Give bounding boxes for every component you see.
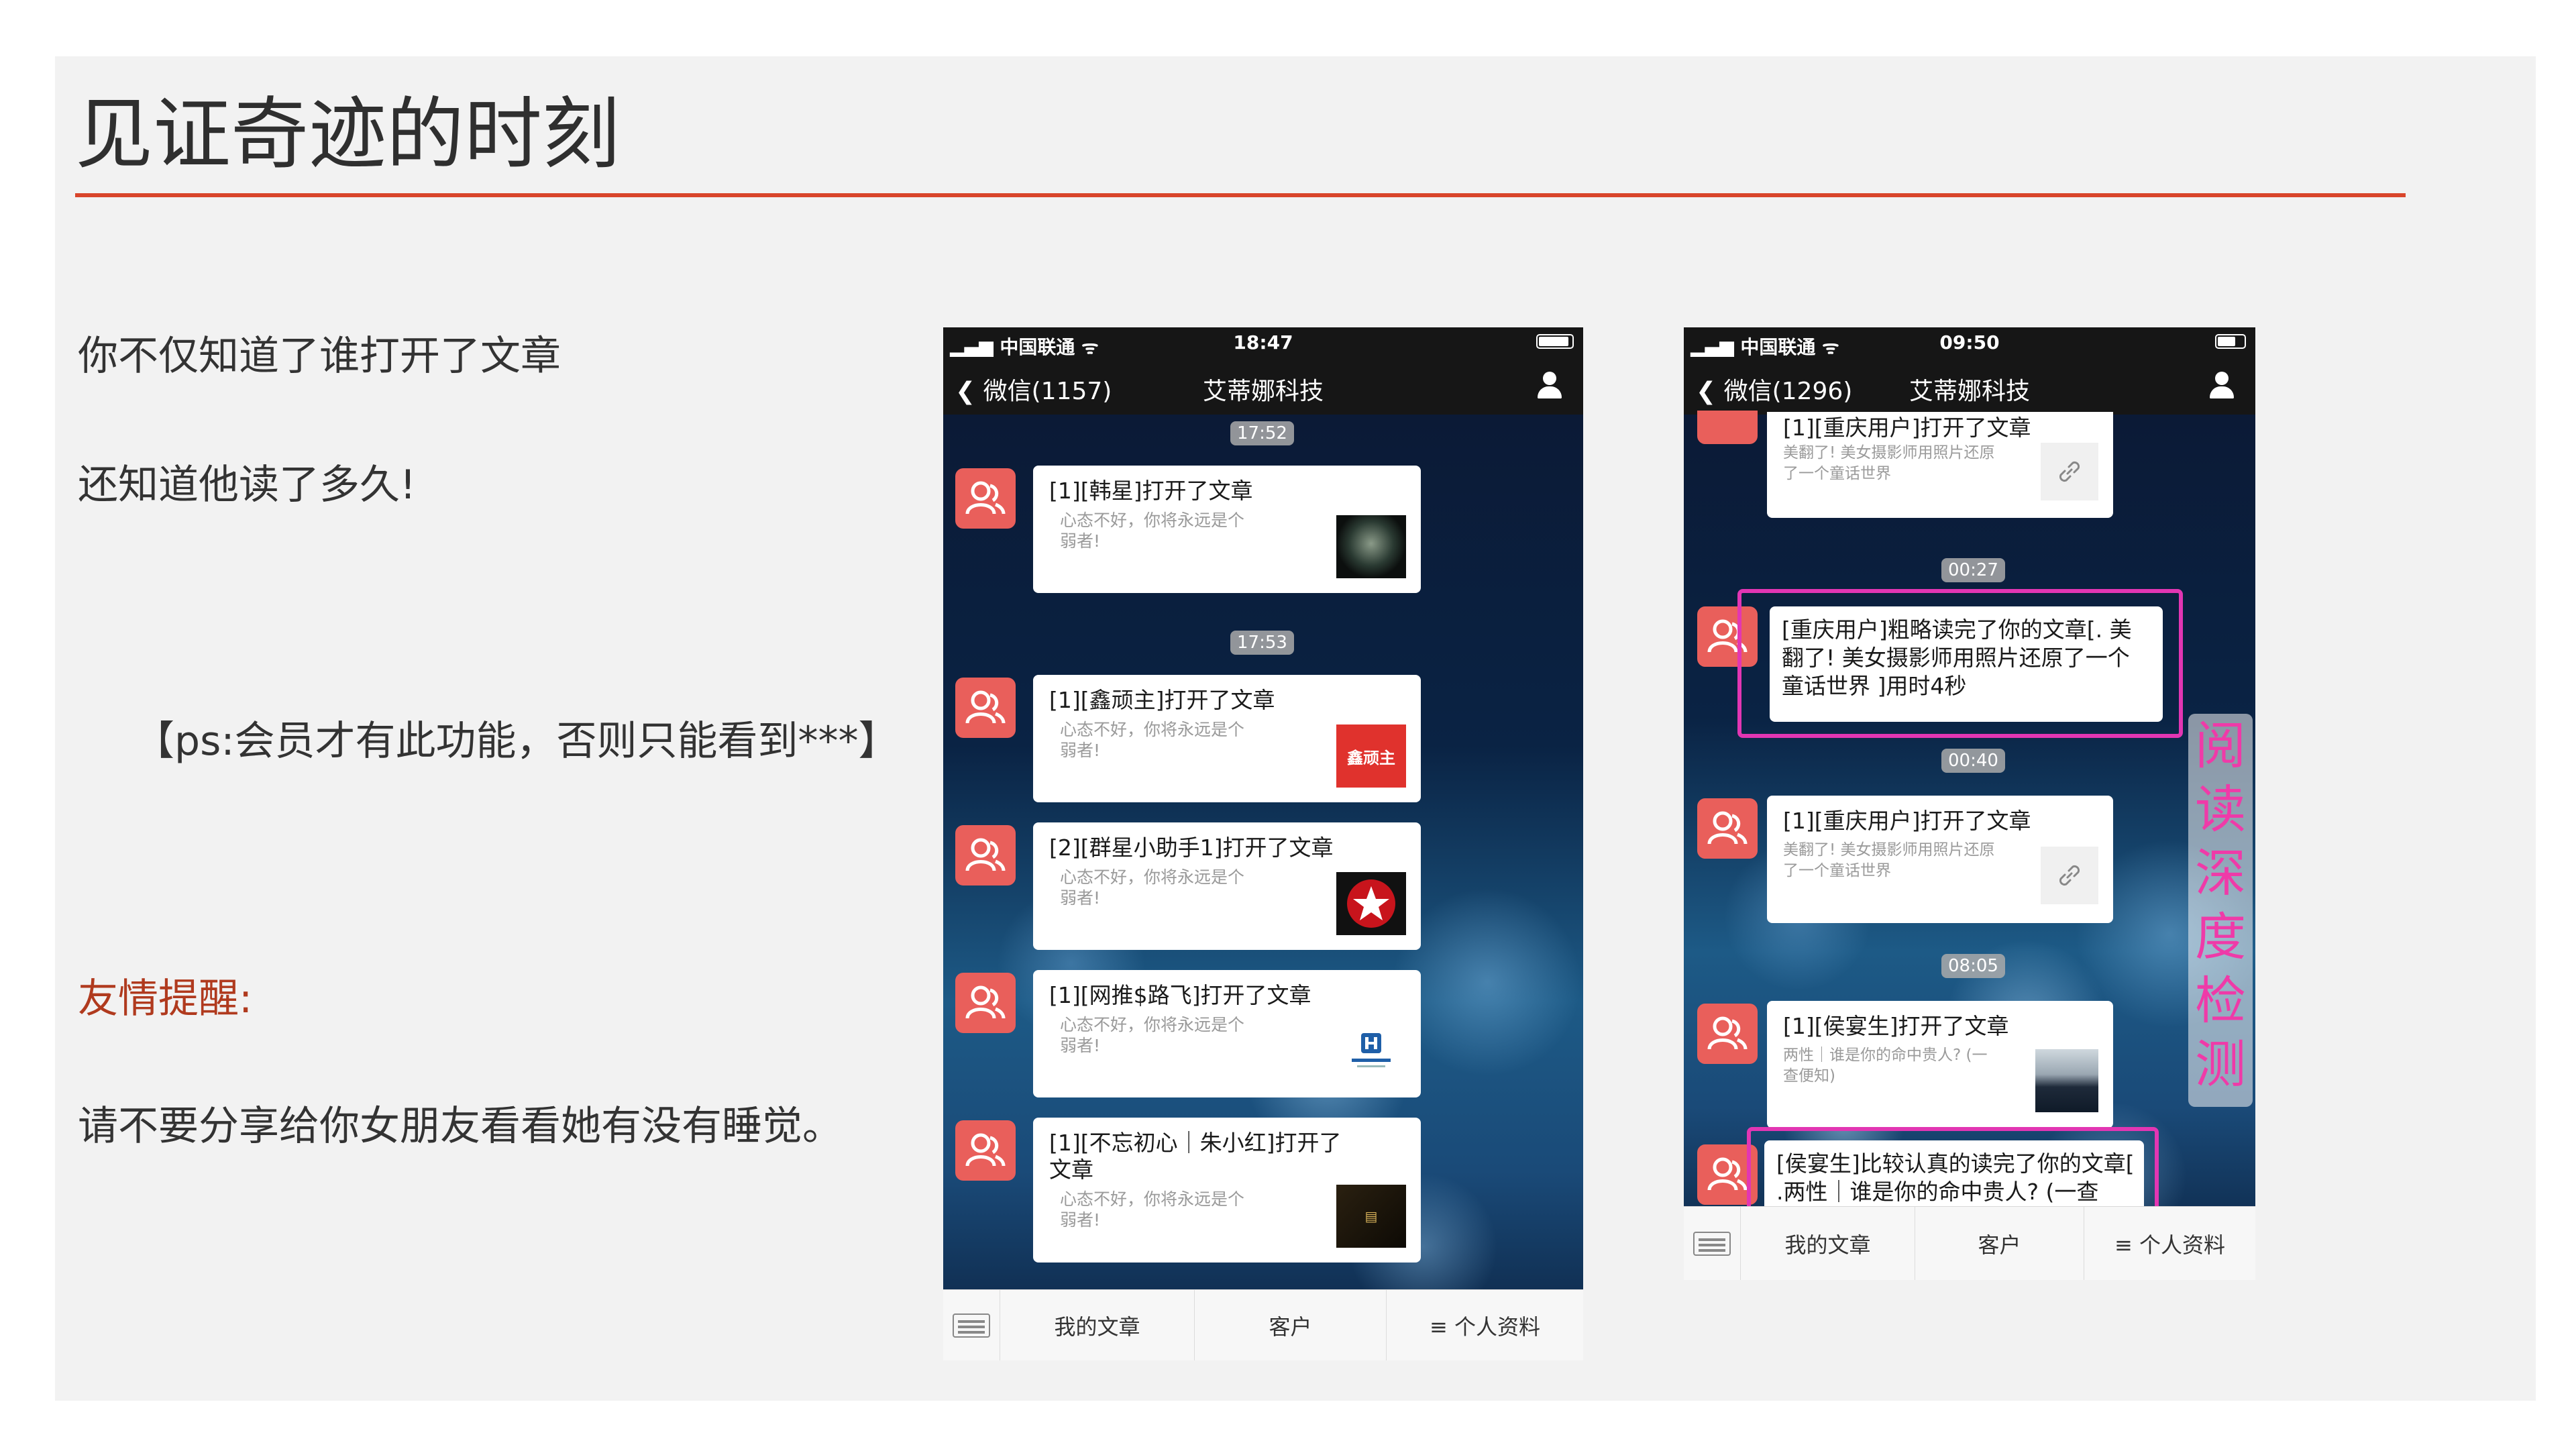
message-summary: 两性｜谁是你的命中贵人? (一 查便知) bbox=[1783, 1046, 1988, 1085]
message-summary: 心态不好，你将永远是个 弱者! bbox=[1060, 511, 1245, 551]
message-card[interactable]: [1][网推$路飞]打开了文章 心态不好，你将永远是个 弱者! bbox=[1033, 970, 1421, 1097]
message-title: [1][网推$路飞]打开了文章 bbox=[1049, 982, 1311, 1008]
keyboard-icon[interactable] bbox=[953, 1313, 990, 1338]
chat-title: 艾蒂娜科技 bbox=[1202, 378, 1324, 405]
tab-my-articles[interactable]: 我的文章 bbox=[1000, 1290, 1194, 1360]
profile-icon[interactable] bbox=[1536, 372, 1563, 401]
message-summary: 心态不好，你将永远是个 弱者! bbox=[1060, 867, 1245, 908]
link-icon bbox=[2059, 461, 2080, 482]
message-title: [1][韩星]打开了文章 bbox=[1049, 478, 1253, 504]
text-line-1: 你不仅知道了谁打开了文章 bbox=[78, 333, 561, 380]
star-thumbnail bbox=[1336, 872, 1406, 935]
read-time-card[interactable]: [重庆用户]粗略读完了你的文章[. 美 翻了! 美女摄影师用照片还原了一个 童话… bbox=[1770, 606, 2163, 722]
message-summary: 美翻了! 美女摄影师用照片还原 了一个童话世界 bbox=[1783, 841, 1995, 879]
message-title: [1][不忘初心｜朱小红]打开了 文章 bbox=[1049, 1130, 1342, 1183]
tab-profile[interactable]: ≡ 个人资料 bbox=[1386, 1290, 1583, 1360]
bottom-tab-bar: 我的文章 客户 ≡ 个人资料 bbox=[1684, 1206, 2255, 1280]
avatar[interactable] bbox=[955, 825, 1016, 885]
message-card[interactable]: [1][侯宴生]打开了文章 两性｜谁是你的命中贵人? (一 查便知) bbox=[1767, 1001, 2113, 1128]
message-card[interactable]: [1][重庆用户]打开了文章 美翻了! 美女摄影师用照片还原 了一个童话世界 bbox=[1767, 412, 2113, 518]
battery-icon bbox=[2215, 334, 2246, 349]
message-card[interactable]: [1][韩星]打开了文章 心态不好，你将永远是个 弱者! bbox=[1033, 466, 1421, 593]
tab-customers[interactable]: 客户 bbox=[1194, 1290, 1386, 1360]
keyboard-icon[interactable] bbox=[1693, 1231, 1731, 1256]
message-card[interactable]: [1][重庆用户]打开了文章 美翻了! 美女摄影师用照片还原 了一个童话世界 bbox=[1767, 796, 2113, 923]
message-card[interactable]: [1][鑫顽主]打开了文章 心态不好，你将永远是个 弱者! 鑫顽主 bbox=[1033, 675, 1421, 802]
avatar[interactable] bbox=[1697, 798, 1758, 859]
portrait-thumbnail bbox=[2035, 1049, 2098, 1112]
title-divider bbox=[75, 193, 2406, 197]
text-line-2: 还知道他读了多久! bbox=[78, 462, 417, 508]
message-title: [1][重庆用户]打开了文章 bbox=[1783, 415, 2031, 441]
depth-read-label: 阅 读 深 度 检 测 bbox=[2188, 714, 2253, 1107]
link-thumbnail bbox=[2041, 443, 2098, 500]
avatar[interactable] bbox=[955, 973, 1016, 1033]
phone-screenshot-2: ▂▄▆ 中国联通 ᯤ 09:50 ❮ 微信(1296) 艾蒂娜科技 [1][重庆… bbox=[1684, 327, 2255, 1280]
avatar[interactable] bbox=[955, 678, 1016, 738]
message-title: [1][侯宴生]打开了文章 bbox=[1783, 1013, 2009, 1039]
message-title: [1][重庆用户]打开了文章 bbox=[1783, 808, 2031, 834]
brand-thumbnail: 鑫顽主 bbox=[1336, 724, 1406, 788]
logo-icon bbox=[1352, 1033, 1391, 1067]
message-summary: 心态不好，你将永远是个 弱者! bbox=[1060, 1015, 1245, 1055]
status-bar: ▂▄▆ 中国联通 ᯤ 09:50 bbox=[1684, 327, 2255, 358]
battery-icon bbox=[1536, 334, 1574, 349]
star-icon bbox=[1347, 879, 1395, 928]
time-pill: 08:05 bbox=[1941, 954, 2005, 978]
nav-bar: ❮ 微信(1157) 艾蒂娜科技 bbox=[943, 357, 1583, 415]
message-summary: 心态不好，你将永远是个 弱者! bbox=[1060, 1189, 1245, 1230]
logo-thumbnail bbox=[1336, 1020, 1406, 1083]
status-time: 09:50 bbox=[1939, 331, 2000, 354]
message-summary: 心态不好，你将永远是个 弱者! bbox=[1060, 720, 1245, 760]
reminder-heading: 友情提醒: bbox=[78, 975, 253, 1022]
status-time: 18:47 bbox=[1233, 331, 1293, 354]
slide-title: 见证奇迹的时刻 bbox=[75, 89, 620, 180]
status-bar: ▂▄▆ 中国联通 ᯤ 18:47 bbox=[943, 327, 1583, 358]
message-card[interactable]: [2][群星小助手1]打开了文章 心态不好，你将永远是个 弱者! bbox=[1033, 822, 1421, 950]
chat-title: 艾蒂娜科技 bbox=[1909, 378, 2030, 405]
time-pill: 00:27 bbox=[1941, 558, 2005, 582]
link-thumbnail bbox=[2041, 847, 2098, 904]
phone-screenshot-1: ▂▄▆ 中国联通 ᯤ 18:47 ❮ 微信(1157) 艾蒂娜科技 17:52 … bbox=[943, 327, 1583, 1360]
time-pill: 17:52 bbox=[1230, 421, 1294, 445]
text-thumbnail: ▤ bbox=[1336, 1185, 1406, 1248]
link-icon bbox=[2059, 865, 2080, 886]
bottom-tab-bar: 我的文章 客户 ≡ 个人资料 bbox=[943, 1289, 1583, 1360]
tab-customers[interactable]: 客户 bbox=[1915, 1207, 2084, 1280]
message-summary: 美翻了! 美女摄影师用照片还原 了一个童话世界 bbox=[1783, 444, 1995, 482]
profile-icon[interactable] bbox=[2208, 372, 2235, 401]
reminder-text: 请不要分享给你女朋友看看她有没有睡觉。 bbox=[78, 1103, 843, 1150]
tab-profile[interactable]: ≡ 个人资料 bbox=[2084, 1207, 2255, 1280]
message-card[interactable]: [1][不忘初心｜朱小红]打开了 文章 心态不好，你将永远是个 弱者! ▤ bbox=[1033, 1118, 1421, 1263]
tab-my-articles[interactable]: 我的文章 bbox=[1740, 1207, 1915, 1280]
message-title: [2][群星小助手1]打开了文章 bbox=[1049, 835, 1334, 861]
avatar[interactable] bbox=[1697, 411, 1758, 444]
time-pill: 00:40 bbox=[1941, 749, 2005, 773]
nav-bar: ❮ 微信(1296) 艾蒂娜科技 bbox=[1684, 357, 2255, 415]
time-pill: 17:53 bbox=[1230, 631, 1294, 655]
avatar[interactable] bbox=[955, 468, 1016, 529]
photo-thumbnail bbox=[1336, 515, 1406, 578]
message-title: [1][鑫顽主]打开了文章 bbox=[1049, 687, 1275, 713]
avatar[interactable] bbox=[1697, 1004, 1758, 1064]
avatar[interactable] bbox=[955, 1120, 1016, 1181]
text-line-ps: 【ps:会员才有此功能，否则只能看到***】 bbox=[134, 718, 899, 765]
read-time-text: [重庆用户]粗略读完了你的文章[. 美 翻了! 美女摄影师用照片还原了一个 童话… bbox=[1782, 616, 2132, 699]
